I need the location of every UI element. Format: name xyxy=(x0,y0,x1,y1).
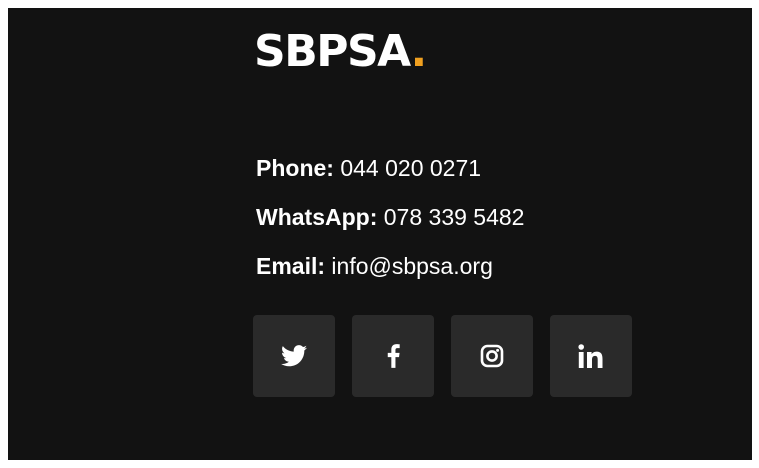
facebook-button[interactable] xyxy=(352,315,434,397)
brand-logo[interactable]: SBPSA. xyxy=(254,30,427,74)
brand-dot: . xyxy=(410,26,428,77)
linkedin-icon xyxy=(578,344,603,368)
brand-name: SBPSA xyxy=(254,26,412,77)
instagram-icon xyxy=(480,344,504,368)
contact-info: Phone: 044 020 0271 WhatsApp: 078 339 54… xyxy=(256,144,524,291)
footer: SBPSA. Phone: 044 020 0271 WhatsApp: 078… xyxy=(8,8,752,460)
instagram-button[interactable] xyxy=(451,315,533,397)
social-links xyxy=(253,315,632,397)
contact-phone: Phone: 044 020 0271 xyxy=(256,144,524,193)
facebook-icon xyxy=(387,344,400,368)
contact-email: Email: info@sbpsa.org xyxy=(256,242,524,291)
email-value[interactable]: info@sbpsa.org xyxy=(331,253,492,279)
contact-whatsapp: WhatsApp: 078 339 5482 xyxy=(256,193,524,242)
phone-label: Phone: xyxy=(256,155,334,181)
twitter-button[interactable] xyxy=(253,315,335,397)
whatsapp-label: WhatsApp: xyxy=(256,204,378,230)
phone-value[interactable]: 044 020 0271 xyxy=(340,155,481,181)
email-label: Email: xyxy=(256,253,326,279)
linkedin-button[interactable] xyxy=(550,315,632,397)
whatsapp-value[interactable]: 078 339 5482 xyxy=(384,204,525,230)
twitter-icon xyxy=(281,345,307,367)
